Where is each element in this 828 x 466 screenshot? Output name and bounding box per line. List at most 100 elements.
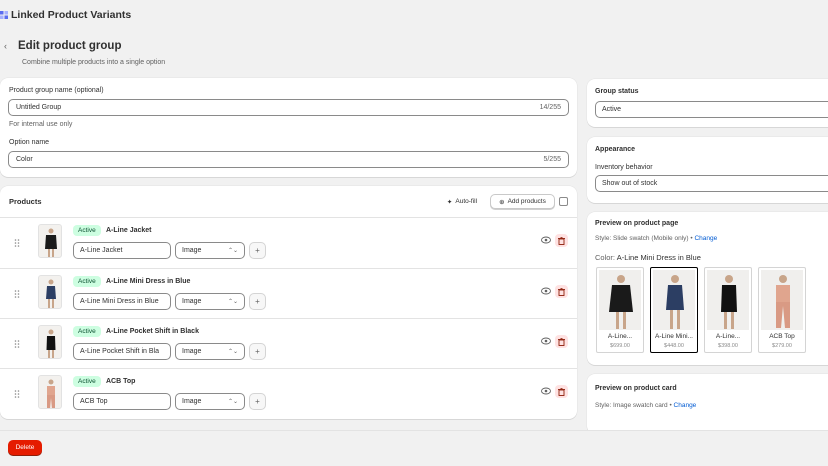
chevron-updown-icon: ⌃⌄ xyxy=(227,248,238,254)
swatch-image xyxy=(599,270,641,330)
swatch-type-select[interactable]: Image ⌃⌄ xyxy=(175,393,245,410)
option-value-input[interactable]: ACB Top xyxy=(73,393,171,410)
swatch-item[interactable]: A-Line... $398.00 xyxy=(704,267,752,353)
products-card: Products ✦ Auto-fill ⊕ Add products Acti… xyxy=(0,186,577,419)
trash-icon xyxy=(558,337,565,346)
group-details-card: Product group name (optional) Untitled G… xyxy=(0,78,577,177)
bottom-action-bar xyxy=(0,430,828,466)
option-value-input[interactable]: A-Line Jacket xyxy=(73,242,171,259)
trash-icon xyxy=(558,387,565,396)
add-swatch-button[interactable]: + xyxy=(249,293,266,310)
group-name-counter: 14/255 xyxy=(539,104,561,111)
product-name: ACB Top xyxy=(106,378,136,385)
preview-card-title: Preview on product card xyxy=(595,385,677,392)
sparkle-icon: ✦ xyxy=(446,198,453,206)
preview-card-style: Style: Image swatch card • Change xyxy=(595,402,697,409)
option-name-input[interactable]: Color 5/255 xyxy=(8,151,569,168)
option-value-input[interactable]: A-Line Mini Dress in Blue xyxy=(73,293,171,310)
group-name-help: For internal use only xyxy=(9,121,73,128)
app-title: Linked Product Variants xyxy=(11,9,132,21)
page-header: ‹ Edit product group xyxy=(4,40,121,52)
collapse-icon[interactable] xyxy=(559,197,568,206)
trash-icon xyxy=(558,287,565,296)
swatch-type-select[interactable]: Image ⌃⌄ xyxy=(175,293,245,310)
swatch-image xyxy=(707,270,749,330)
swatch-item[interactable]: ACB Top $279.00 xyxy=(758,267,806,353)
option-name-label: Option name xyxy=(9,139,50,146)
products-title: Products xyxy=(9,197,42,206)
swatch-price: $699.00 xyxy=(610,343,630,349)
page-title: Edit product group xyxy=(18,40,122,52)
change-card-style-link[interactable]: Change xyxy=(674,402,697,409)
inventory-behavior-select[interactable]: Show out of stock xyxy=(595,175,828,192)
delete-row-button[interactable] xyxy=(555,335,568,348)
swatch-name: A-Line Mini... xyxy=(655,333,693,340)
status-badge: Active xyxy=(73,326,101,337)
swatch-item[interactable]: A-Line... $699.00 xyxy=(596,267,644,353)
swatch-item-selected[interactable]: A-Line Mini... $448.00 xyxy=(650,267,698,353)
change-style-link[interactable]: Change xyxy=(694,235,717,242)
group-status-select[interactable]: Active xyxy=(595,101,828,118)
swatch-type-select[interactable]: Image ⌃⌄ xyxy=(175,343,245,360)
auto-fill-button[interactable]: ✦ Auto-fill xyxy=(440,194,484,209)
delete-button[interactable]: Delete xyxy=(8,440,42,455)
product-thumbnail xyxy=(38,325,62,359)
status-badge: Active xyxy=(73,276,101,287)
add-swatch-button[interactable]: + xyxy=(249,393,266,410)
inventory-behavior-label: Inventory behavior xyxy=(595,164,653,171)
add-products-button[interactable]: ⊕ Add products xyxy=(490,194,555,209)
delete-row-button[interactable] xyxy=(555,285,568,298)
option-value-input[interactable]: A-Line Pocket Shift in Bla xyxy=(73,343,171,360)
product-thumbnail xyxy=(38,275,62,309)
preview-page-title: Preview on product page xyxy=(595,220,679,227)
appearance-card: Appearance Inventory behavior Show out o… xyxy=(587,137,828,203)
chevron-updown-icon: ⌃⌄ xyxy=(227,299,238,305)
group-name-value: Untitled Group xyxy=(16,104,62,111)
selected-color: Color: A-Line Mini Dress in Blue xyxy=(595,253,701,262)
app-logo-icon xyxy=(0,11,8,19)
product-row: Active ACB Top ACB Top Image ⌃⌄ + xyxy=(0,369,577,419)
group-status-card: Group status Active xyxy=(587,79,828,127)
drag-handle-icon[interactable] xyxy=(14,290,20,298)
appearance-title: Appearance xyxy=(595,146,636,153)
delete-row-button[interactable] xyxy=(555,385,568,398)
back-arrow-icon[interactable]: ‹ xyxy=(4,41,12,51)
group-status-title: Group status xyxy=(595,88,639,95)
swatch-price: $398.00 xyxy=(718,343,738,349)
eye-icon[interactable] xyxy=(541,236,551,244)
swatch-price: $279.00 xyxy=(772,343,792,349)
delete-row-button[interactable] xyxy=(555,234,568,247)
option-name-value: Color xyxy=(16,156,33,163)
drag-handle-icon[interactable] xyxy=(14,239,20,247)
chevron-updown-icon: ⌃⌄ xyxy=(227,399,238,405)
swatch-name: A-Line... xyxy=(607,333,633,340)
group-name-label: Product group name (optional) xyxy=(9,87,104,94)
add-swatch-button[interactable]: + xyxy=(249,343,266,360)
group-name-input[interactable]: Untitled Group 14/255 xyxy=(8,99,569,116)
product-name: A-Line Pocket Shift in Black xyxy=(106,328,199,335)
preview-page-style: Style: Slide swatch (Mobile only) • Chan… xyxy=(595,235,718,242)
top-bar: Linked Product Variants xyxy=(0,0,828,30)
option-name-counter: 5/255 xyxy=(543,156,561,163)
product-thumbnail xyxy=(38,375,62,409)
product-name: A-Line Jacket xyxy=(106,227,152,234)
product-row: Active A-Line Mini Dress in Blue A-Line … xyxy=(0,269,577,319)
swatch-type-select[interactable]: Image ⌃⌄ xyxy=(175,242,245,259)
eye-icon[interactable] xyxy=(541,387,551,395)
eye-icon[interactable] xyxy=(541,337,551,345)
page-subtitle: Combine multiple products into a single … xyxy=(22,59,166,66)
swatch-name: ACB Top xyxy=(769,333,795,340)
swatch-price: $448.00 xyxy=(664,343,684,349)
swatch-image xyxy=(653,270,695,330)
trash-icon xyxy=(558,236,565,245)
status-badge: Active xyxy=(73,376,101,387)
add-swatch-button[interactable]: + xyxy=(249,242,266,259)
eye-icon[interactable] xyxy=(541,287,551,295)
drag-handle-icon[interactable] xyxy=(14,340,20,348)
product-thumbnail xyxy=(38,224,62,258)
product-name: A-Line Mini Dress in Blue xyxy=(106,278,191,285)
drag-handle-icon[interactable] xyxy=(14,390,20,398)
swatch-image xyxy=(761,270,803,330)
plus-circle-icon: ⊕ xyxy=(499,198,505,206)
preview-card-card: Preview on product card Style: Image swa… xyxy=(587,374,828,434)
